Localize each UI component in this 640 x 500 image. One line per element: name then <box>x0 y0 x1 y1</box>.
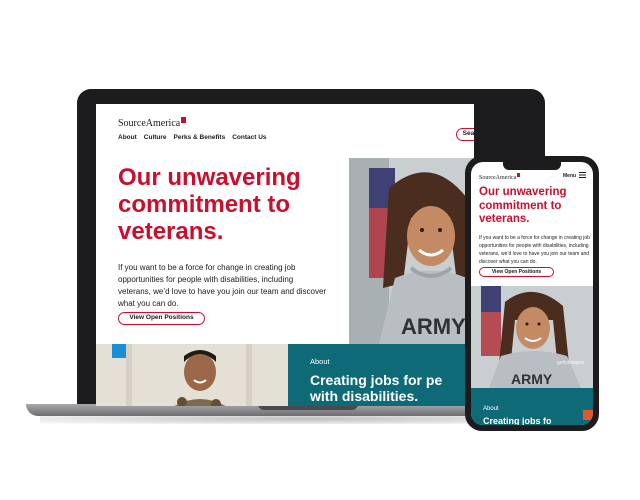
nav-item-about[interactable]: About <box>118 134 137 141</box>
nav-item-contact[interactable]: Contact Us <box>232 134 266 141</box>
photo-watermark: gettyimages <box>557 360 584 366</box>
hero-body: If you want to be a force for change in … <box>118 263 327 308</box>
about-label: About <box>310 357 330 366</box>
nav-item-perks[interactable]: Perks & Benefits <box>174 134 226 141</box>
mobile-army-shirt-text: ARMY <box>511 371 553 387</box>
mobile-menu-label: Menu <box>563 173 577 179</box>
mobile-veteran-woman-illustration: ARMY <box>471 286 593 388</box>
logo-mark-icon <box>181 117 187 123</box>
veteran-woman-illustration: ARMY <box>349 158 474 344</box>
mobile-hero-title: Our unwavering commitment to veterans. <box>479 186 567 225</box>
mobile-hero-body: If you want to be a force for change in … <box>479 235 590 265</box>
nav-item-culture[interactable]: Culture <box>144 134 167 141</box>
about-title: Creating jobs for pe with disabilities. <box>310 372 443 404</box>
mobile-logo-mark-icon <box>517 173 521 177</box>
logo-text: SourceAmerica <box>118 118 181 129</box>
mobile-hero-veteran-photo: ARMY <box>471 286 593 388</box>
about-accent-square <box>112 344 126 358</box>
mobile-about-label: About <box>483 406 499 412</box>
army-shirt-text: ARMY <box>401 314 466 339</box>
mobile-website-screen: SourceAmerica Menu Our unwavering commit… <box>471 162 593 425</box>
view-open-positions-button[interactable]: View Open Positions <box>118 312 205 325</box>
mobile-about-title: Creating jobs fo <box>483 416 552 425</box>
mobile-view-open-positions-button[interactable]: View Open Positions <box>479 267 554 277</box>
main-nav: About Culture Perks & Benefits Contact U… <box>118 134 267 141</box>
hero-veteran-photo: ARMY <box>349 158 474 344</box>
mobile-logo-text: SourceAmerica <box>479 175 517 181</box>
mobile-accent-square <box>583 410 593 420</box>
hamburger-menu-icon <box>579 172 587 178</box>
phone-notch <box>503 162 561 170</box>
desktop-website-screen: SourceAmerica About Culture Perks & Bene… <box>96 104 474 406</box>
site-logo[interactable]: SourceAmerica <box>118 117 187 129</box>
mobile-menu-button[interactable]: Menu <box>563 172 587 179</box>
search-jobs-button[interactable]: Search Jobs <box>456 128 474 141</box>
hero-title: Our unwavering commitment to veterans. <box>118 164 301 245</box>
mobile-site-logo[interactable]: SourceAmerica <box>479 173 521 181</box>
